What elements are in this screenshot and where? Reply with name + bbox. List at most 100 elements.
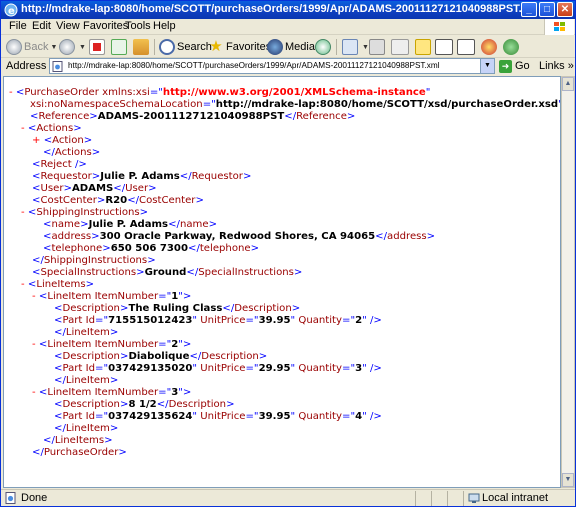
xml-text: 650 506 7300 (110, 243, 188, 254)
favorites-label: Favorites (226, 41, 272, 53)
edit-button[interactable] (391, 38, 411, 56)
search-label: Search (177, 41, 212, 53)
favorites-button[interactable]: ★ Favorites (208, 38, 271, 56)
browser-window: e http://mdrake-lap:8080/home/SCOTT/purc… (0, 0, 576, 507)
close-button[interactable]: ✕ (557, 2, 573, 17)
menu-edit[interactable]: Edit (32, 20, 51, 32)
xml-lineitem-open: - <LineItem ItemNumber="3"> (32, 387, 192, 398)
collapse-toggle[interactable]: - (32, 387, 36, 398)
xml-lineitem-close: </LineItem> (54, 375, 119, 386)
xml-text: 300 Oracle Parkway, Redwood Shores, CA 9… (99, 231, 376, 242)
stop-icon (89, 39, 105, 55)
menu-file[interactable]: File (9, 20, 27, 32)
xml-text: Julie P. Adams (88, 219, 169, 230)
media-label: Media (285, 41, 315, 53)
edit-icon (391, 39, 409, 55)
xml-purchaseorder-open: - <PurchaseOrder xmlns:xsi="http://www.w… (9, 87, 431, 98)
back-label: Back (24, 41, 49, 53)
chevron-down-icon: ▼ (362, 43, 369, 51)
xml-requestor: <Requestor>Julie P. Adams</Requestor> (32, 171, 252, 182)
xml-text: ADAMS-20011127121040988PST (97, 111, 285, 122)
chevron-down-icon: ▼ (50, 43, 58, 51)
xml-lineitems-open: - <LineItems> (21, 279, 95, 290)
chevron-down-icon[interactable]: ▼ (480, 59, 494, 73)
refresh-button[interactable] (111, 38, 129, 56)
badge-icon (481, 39, 497, 55)
standard-toolbar: Back ▼ ▼ Search ★ Favorites Media ▼ (1, 36, 575, 58)
tool-button-2[interactable] (503, 38, 521, 56)
xml-reject: <Reject /> (32, 159, 87, 170)
xml-lineitem-open: - <LineItem ItemNumber="2"> (32, 339, 192, 350)
xml-attr-value: 29.95 (258, 363, 291, 374)
links-button[interactable]: Links » (539, 60, 574, 72)
search-button[interactable]: Search (159, 38, 212, 56)
back-arrow-icon (6, 39, 22, 55)
xml-attr-value: 037429135624 (108, 411, 193, 422)
local-intranet-icon (468, 493, 480, 503)
research-icon (435, 39, 453, 55)
xml-text: Ground (144, 267, 187, 278)
status-cell (447, 491, 463, 506)
internet-explorer-icon: e (4, 3, 18, 17)
messenger-icon (457, 39, 475, 55)
minimize-button[interactable]: _ (521, 2, 537, 17)
xml-description: <Description>8 1/2</Description> (54, 399, 235, 410)
history-icon (315, 39, 331, 55)
collapse-toggle[interactable]: - (32, 339, 36, 350)
status-text: Done (21, 492, 48, 504)
xml-action: + <Action> (32, 135, 93, 146)
search-icon (159, 39, 175, 55)
chevron-down-icon: ▼ (79, 43, 86, 51)
vertical-scrollbar[interactable]: ▲ ▼ (561, 76, 575, 488)
xml-lineitem-close: </LineItem> (54, 327, 119, 338)
xml-actions-close: </Actions> (43, 147, 101, 158)
research-button[interactable] (435, 38, 455, 56)
maximize-button[interactable]: □ (539, 2, 555, 17)
forward-button[interactable]: ▼ (59, 38, 86, 56)
menu-view[interactable]: View (56, 20, 80, 32)
xml-ship-address: <address>300 Oracle Parkway, Redwood Sho… (43, 231, 436, 242)
xml-description: <Description>The Ruling Class</Descripti… (54, 303, 301, 314)
address-input[interactable]: http://mdrake-lap:8080/home/SCOTT/purcha… (49, 58, 495, 74)
go-button[interactable]: ➜ Go (499, 58, 530, 74)
xml-text: 8 1/2 (128, 399, 157, 410)
scroll-up-icon[interactable]: ▲ (562, 77, 574, 91)
collapse-toggle[interactable]: - (32, 291, 36, 302)
mail-button[interactable]: ▼ (342, 38, 369, 56)
discuss-icon (415, 39, 431, 55)
tool-button-1[interactable] (481, 38, 499, 56)
document-view: - <PurchaseOrder xmlns:xsi="http://www.w… (3, 76, 561, 488)
messenger-button[interactable] (457, 38, 477, 56)
xml-schema-location: xsi:noNamespaceSchemaLocation="http://md… (30, 99, 560, 110)
address-url[interactable]: http://mdrake-lap:8080/home/SCOTT/purcha… (68, 61, 476, 70)
scroll-down-icon[interactable]: ▼ (562, 473, 574, 487)
xml-text: Julie P. Adams (100, 171, 180, 182)
home-button[interactable] (133, 38, 151, 56)
svg-text:e: e (8, 6, 15, 17)
menu-help[interactable]: Help (153, 20, 176, 32)
collapse-toggle[interactable]: - (21, 207, 25, 218)
xml-text: R20 (105, 195, 128, 206)
address-bar: Address http://mdrake-lap:8080/home/SCOT… (1, 58, 575, 75)
menu-favorites[interactable]: Favorites (83, 20, 128, 32)
media-button[interactable]: Media (267, 38, 315, 56)
refresh-icon (111, 39, 127, 55)
collapse-toggle[interactable]: - (21, 279, 25, 290)
menu-tools[interactable]: Tools (125, 20, 151, 32)
xml-lineitem-open: - <LineItem ItemNumber="1"> (32, 291, 192, 302)
history-button[interactable] (315, 38, 333, 56)
collapse-toggle[interactable]: - (9, 87, 13, 98)
windows-logo-icon (544, 19, 574, 35)
xml-special: <SpecialInstructions>Ground</SpecialInst… (32, 267, 303, 278)
print-button[interactable] (369, 38, 387, 56)
expand-toggle[interactable]: + (32, 135, 40, 146)
xml-text: The Ruling Class (128, 303, 223, 314)
back-button[interactable]: Back ▼ (6, 38, 57, 56)
title-bar: e http://mdrake-lap:8080/home/SCOTT/purc… (1, 1, 575, 19)
xml-attr-value: 715515012423 (108, 315, 193, 326)
window-title: http://mdrake-lap:8080/home/SCOTT/purcha… (21, 3, 521, 15)
stop-button[interactable] (89, 38, 107, 56)
discuss-button[interactable] (415, 38, 433, 56)
collapse-toggle[interactable]: - (21, 123, 25, 134)
xml-description: <Description>Diabolique</Description> (54, 351, 268, 362)
